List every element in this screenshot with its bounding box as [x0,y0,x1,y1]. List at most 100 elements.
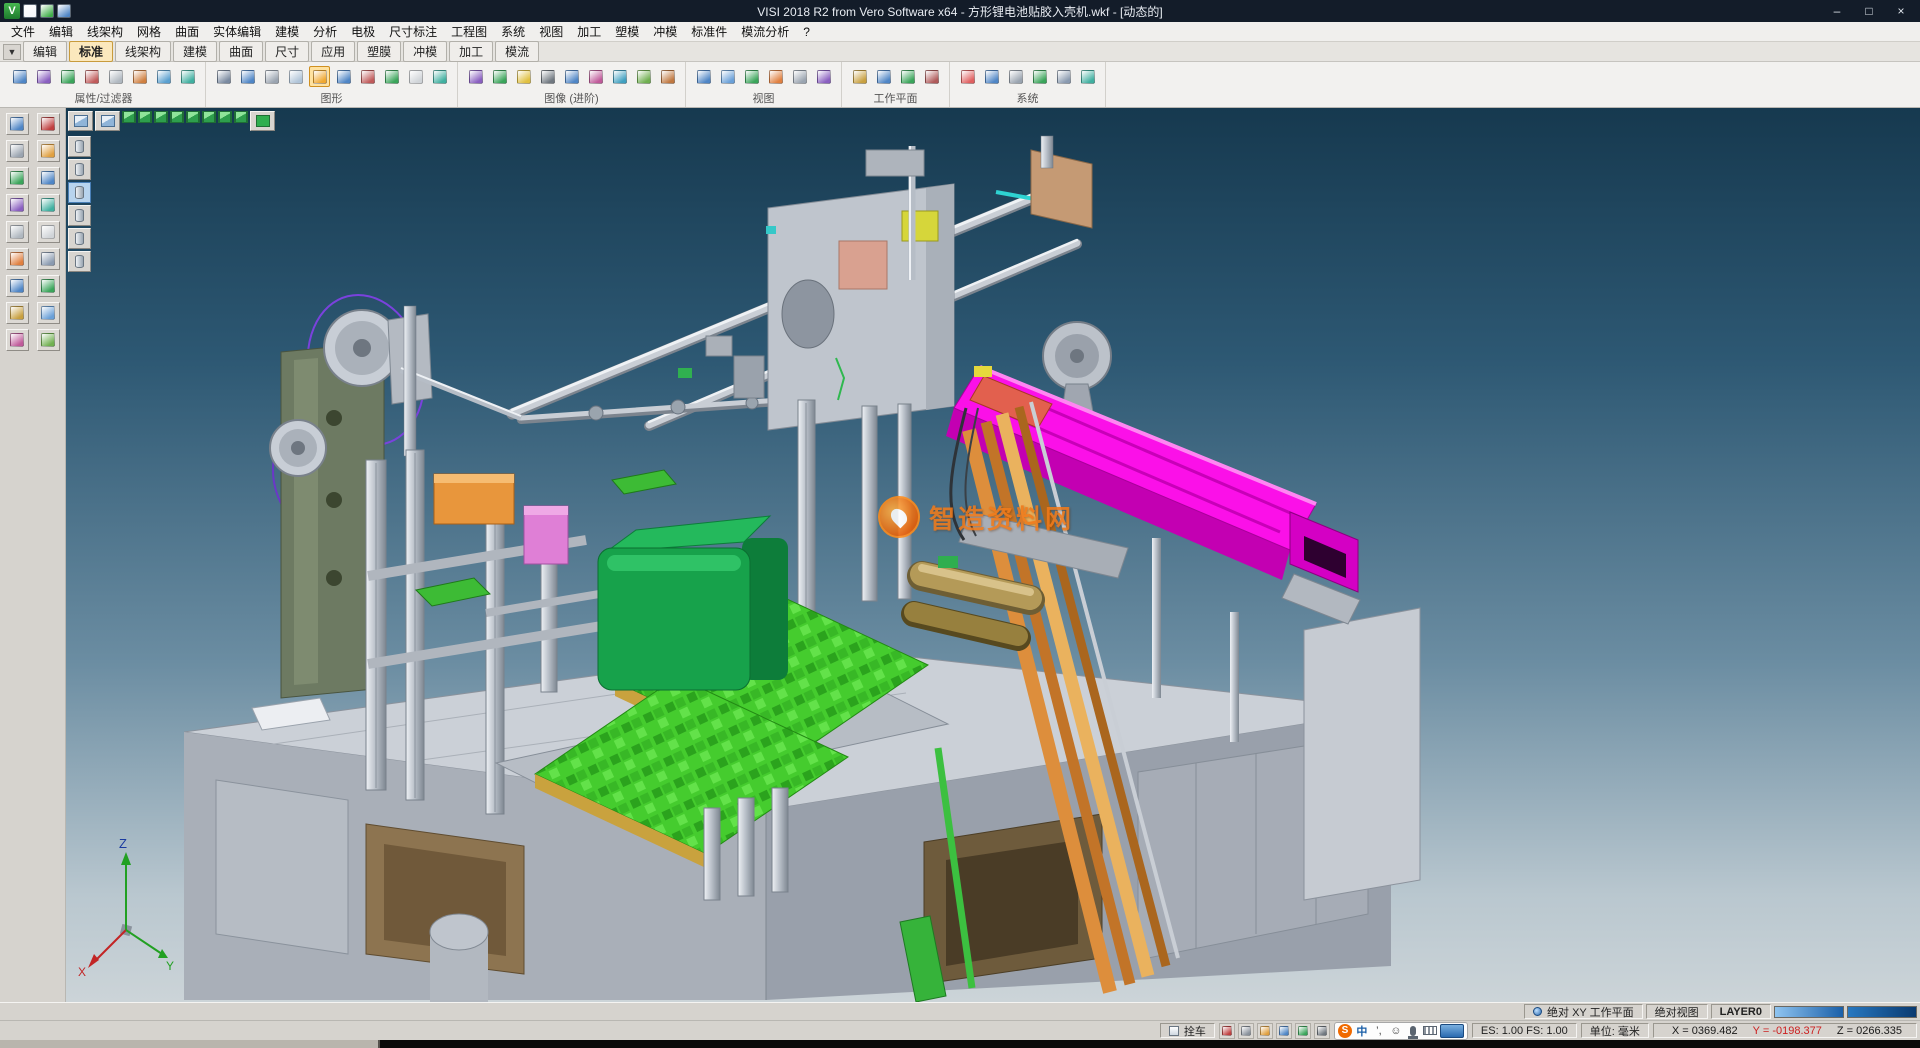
view-tool-icon[interactable] [57,4,71,18]
menu-item[interactable]: 网格 [130,21,168,42]
ime-language-toggle[interactable]: 中 [1355,1024,1369,1038]
cut-icon[interactable] [105,66,126,87]
cylinder-display-icon[interactable] [333,66,354,87]
menu-item[interactable]: 标准件 [684,21,734,42]
filter-solid-icon[interactable] [68,205,91,226]
erase-icon[interactable] [129,66,150,87]
calculator-icon[interactable] [1005,66,1026,87]
texture-icon[interactable] [465,66,486,87]
ribbon-tab[interactable]: 塑膜 [357,41,401,62]
palette-icon[interactable] [957,66,978,87]
select-box-icon[interactable] [6,140,29,162]
menu-item[interactable]: 视图 [532,21,570,42]
hidden-line-icon[interactable] [261,66,282,87]
ribbon-tab[interactable]: 尺寸 [265,41,309,62]
ribbon-tab[interactable]: 编辑 [23,41,67,62]
ribbon-tab[interactable]: 标准 [69,41,113,62]
pan-icon[interactable] [741,66,762,87]
axis-icon[interactable] [37,275,60,297]
rotate-view-icon[interactable] [765,66,786,87]
annotate-icon[interactable] [37,140,60,162]
workplane-view-icon[interactable] [897,66,918,87]
light-icon[interactable] [513,66,534,87]
menu-item[interactable]: 工程图 [444,21,494,42]
menu-item[interactable]: 建模 [268,21,306,42]
layers-icon[interactable] [6,329,29,351]
ribbon-tab[interactable]: 加工 [449,41,493,62]
section-icon[interactable] [357,66,378,87]
right-view-icon[interactable] [186,111,200,123]
ime-emoji-button[interactable]: ☺ [1389,1024,1403,1038]
properties-icon[interactable] [9,66,30,87]
back-view-icon[interactable] [154,111,168,123]
sheet-icon[interactable] [37,221,60,243]
edit-point-icon[interactable] [37,167,60,189]
keyboard-shortcut-icon[interactable] [1314,1023,1330,1039]
maximize-button[interactable]: □ [1854,2,1884,20]
ime-keyboard-icon[interactable] [1423,1024,1437,1038]
layer-status[interactable]: LAYER0 [1711,1004,1771,1019]
filter-icon[interactable] [33,66,54,87]
workplane-reset-icon[interactable] [921,66,942,87]
new-doc-icon[interactable] [23,4,37,18]
filter-point-icon[interactable] [68,136,91,157]
ime-toolbox-icon[interactable] [1440,1024,1464,1038]
copy-icon[interactable] [37,329,60,351]
minimize-button[interactable]: – [1822,2,1852,20]
workplane-status[interactable]: 绝对 XY 工作平面 [1524,1004,1643,1019]
notes-icon[interactable] [1257,1023,1273,1039]
multi-view-icon[interactable] [813,66,834,87]
swap-icon[interactable] [177,66,198,87]
stack-icon[interactable] [153,66,174,87]
calc-icon[interactable] [1295,1023,1311,1039]
bottom-view-icon[interactable] [218,111,232,123]
render-icon[interactable] [585,66,606,87]
gear-edit-icon[interactable] [6,194,29,216]
shaded-edges-icon[interactable] [309,66,330,87]
filter-curve-icon[interactable] [68,159,91,180]
ribbon-tab[interactable]: 应用 [311,41,355,62]
menu-item[interactable]: 曲面 [168,21,206,42]
top-view-icon[interactable] [202,111,216,123]
menu-item[interactable]: 系统 [494,21,532,42]
menu-item[interactable]: ? [796,23,817,41]
wireframe-icon[interactable] [213,66,234,87]
ribbon-tab[interactable]: 曲面 [219,41,263,62]
ghost-icon[interactable] [285,66,306,87]
shadow-icon[interactable] [537,66,558,87]
menu-item[interactable]: 模流分析 [734,21,796,42]
layer-manager-icon[interactable] [1029,66,1050,87]
dimetric-view-icon[interactable] [234,111,248,123]
material-icon[interactable] [489,66,510,87]
menu-item[interactable]: 文件 [4,21,42,42]
camera-icon[interactable] [561,66,582,87]
filter-mesh-icon[interactable] [68,228,91,249]
ribbon-tab[interactable]: 线架构 [115,41,171,62]
zoom-fit-icon[interactable] [693,66,714,87]
ime-logo-icon[interactable]: S [1338,1024,1352,1038]
filter-annotation-icon[interactable] [68,251,91,272]
environment-icon[interactable] [633,66,654,87]
workplane-icon[interactable] [849,66,870,87]
measure-icon[interactable] [6,248,29,270]
background-icon[interactable] [609,66,630,87]
options-icon[interactable] [1053,66,1074,87]
open-model-icon[interactable] [40,4,54,18]
menu-item[interactable]: 线架构 [80,21,130,42]
regen-icon[interactable] [429,66,450,87]
iso-view-icon[interactable] [122,111,136,123]
ribbon-tab[interactable]: 冲模 [403,41,447,62]
menu-item[interactable]: 冲模 [646,21,684,42]
menu-item[interactable]: 塑模 [608,21,646,42]
ime-mic-icon[interactable] [1406,1024,1420,1038]
menu-item[interactable]: 编辑 [42,21,80,42]
blank-icon[interactable] [405,66,426,87]
view-list-icon[interactable] [68,111,93,131]
layer-color-swatch[interactable] [1774,1006,1844,1018]
view-axes-icon[interactable] [95,111,120,131]
grid-display-icon[interactable] [381,66,402,87]
tab-dropdown-button[interactable]: ▼ [3,44,21,60]
capture-icon[interactable] [657,66,678,87]
snap-toggle[interactable]: 拴车 [1160,1023,1215,1038]
link-icon[interactable] [57,66,78,87]
